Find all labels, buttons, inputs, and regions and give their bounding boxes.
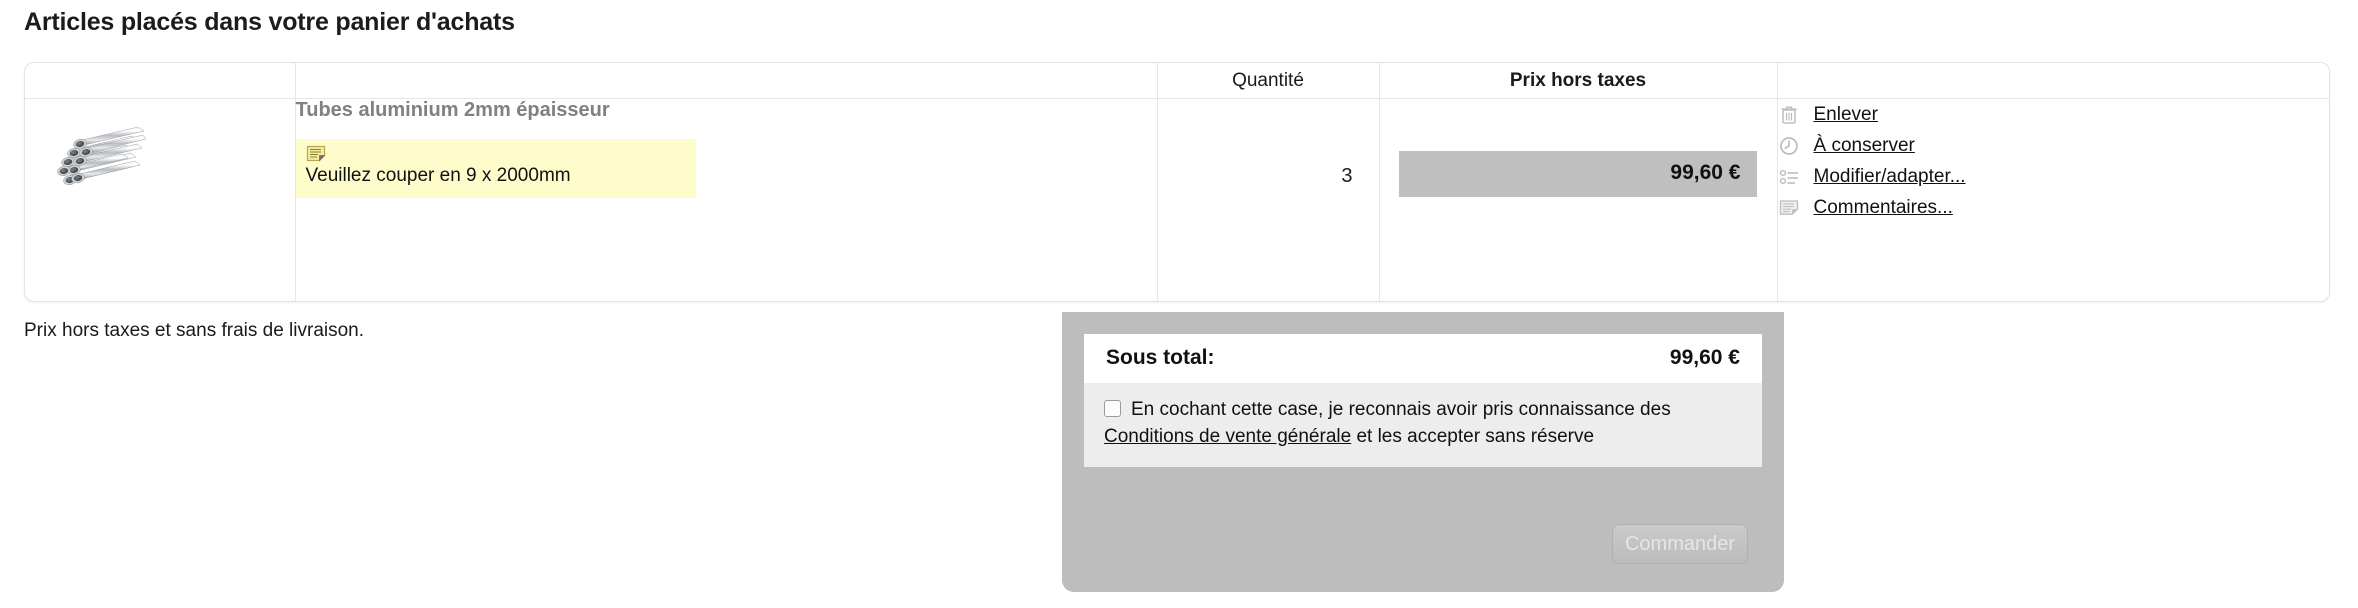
cart-table-container: Quantité Prix hors taxes Tubes aluminium…: [24, 62, 2330, 302]
action-comments-label[interactable]: Commentaires...: [1814, 197, 1953, 219]
subtotal-amount: 99,60 €: [1669, 346, 1740, 369]
column-header-price: Prix hors taxes: [1379, 63, 1778, 99]
product-note: Veuillez couper en 9 x 2000mm: [295, 139, 696, 198]
subtotal-inner: Sous total: 99,60 € En cochant cette cas…: [1084, 334, 1762, 467]
table-header-row: Quantité Prix hors taxes: [25, 63, 2329, 99]
cart-table: Quantité Prix hors taxes Tubes aluminium…: [25, 63, 2329, 301]
action-remove[interactable]: Enlever: [1778, 99, 2330, 130]
terms-row: En cochant cette case, je reconnais avoi…: [1084, 383, 1762, 467]
quantity-value: 3: [1341, 165, 1353, 187]
column-header-quantity: Quantité: [1157, 63, 1380, 99]
action-save-for-later[interactable]: À conserver: [1778, 130, 2330, 161]
actions-cell: Enlever À conserver Modifier/adapter... …: [1777, 98, 2330, 301]
action-comments[interactable]: Commentaires...: [1778, 192, 2330, 223]
terms-text-part1: En cochant cette case, je reconnais avoi…: [1131, 399, 1671, 420]
action-modify-label[interactable]: Modifier/adapter...: [1814, 166, 1966, 188]
note-icon: [306, 145, 325, 162]
subtotal-panel: Sous total: 99,60 € En cochant cette cas…: [1062, 312, 1784, 592]
terms-conditions-link[interactable]: Conditions de vente générale: [1104, 426, 1351, 447]
table-row: Tubes aluminium 2mm épaisseur Veuillez c…: [25, 98, 2330, 301]
price-value: 99,60 €: [1398, 151, 1757, 197]
subtotal-row: Sous total: 99,60 €: [1084, 334, 1762, 383]
note-icon: [1778, 197, 1800, 219]
terms-text: En cochant cette case, je reconnais avoi…: [1104, 397, 1744, 451]
product-note-text: Veuillez couper en 9 x 2000mm: [305, 165, 571, 186]
tax-note: Prix hors taxes et sans frais de livrais…: [24, 320, 365, 341]
list-icon: [1778, 166, 1800, 188]
terms-checkbox[interactable]: [1104, 400, 1121, 417]
terms-text-part2: et les accepter sans réserve: [1351, 425, 1595, 447]
action-remove-label[interactable]: Enlever: [1814, 104, 1878, 126]
subtotal-label: Sous total:: [1106, 346, 1215, 369]
action-save-for-later-label[interactable]: À conserver: [1814, 135, 1915, 157]
trash-icon: [1778, 104, 1800, 126]
column-header-image: [25, 63, 296, 99]
product-name: Tubes aluminium 2mm épaisseur: [295, 99, 610, 121]
page-title: Articles placés dans votre panier d'acha…: [24, 8, 515, 36]
column-header-description: [295, 63, 1158, 99]
action-modify[interactable]: Modifier/adapter...: [1778, 161, 2330, 192]
order-button[interactable]: Commander: [1612, 524, 1748, 564]
price-cell: 99,60 €: [1379, 98, 1778, 301]
clock-icon: [1778, 135, 1800, 157]
product-description-cell: Tubes aluminium 2mm épaisseur Veuillez c…: [295, 98, 1158, 301]
column-header-actions: [1777, 63, 2329, 99]
quantity-cell: 3: [1157, 98, 1380, 301]
product-image-cell: [25, 98, 296, 301]
aluminium-tubes-bundle-icon: [57, 126, 146, 185]
